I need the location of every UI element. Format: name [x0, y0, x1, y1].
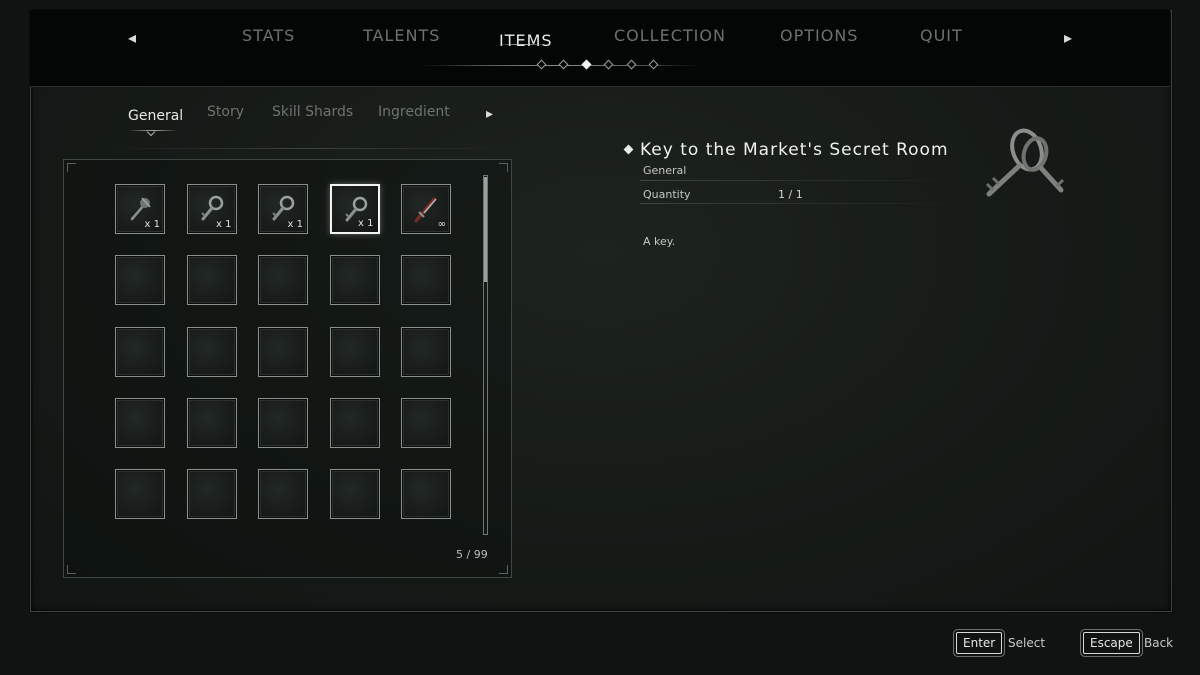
tab-options[interactable]: OPTIONS — [780, 26, 858, 45]
inventory-slot-empty[interactable] — [329, 255, 380, 306]
subtab-general[interactable]: General — [128, 108, 183, 124]
inventory-slot-empty[interactable] — [401, 469, 451, 520]
inventory-slot-empty[interactable] — [115, 326, 165, 377]
inventory-slot-empty[interactable] — [329, 397, 380, 448]
inventory-slot-empty[interactable] — [329, 326, 380, 377]
inventory-slot-empty[interactable] — [258, 469, 308, 520]
inventory-slot-empty[interactable] — [115, 255, 165, 306]
inventory-slot-empty[interactable] — [258, 255, 308, 306]
slot-quantity: ∞ — [437, 219, 446, 230]
select-hint-label: Select — [1008, 636, 1046, 650]
item-description: A key. — [643, 235, 676, 248]
slot-quantity: x 1 — [144, 219, 160, 230]
tab-quit[interactable]: QUIT — [920, 26, 963, 45]
panel-corner-ornament — [499, 565, 508, 574]
inventory-slot-empty[interactable] — [186, 397, 237, 448]
inventory-slot-empty[interactable] — [401, 326, 451, 377]
inventory-slot-empty[interactable] — [115, 397, 165, 448]
quantity-label: Quantity — [643, 188, 691, 201]
nav-next-arrow-icon[interactable]: ▸ — [1064, 28, 1072, 47]
active-tab-underline — [498, 44, 546, 45]
enter-key-hint[interactable]: Enter — [956, 632, 1003, 654]
inventory-slot-empty[interactable] — [258, 326, 308, 377]
inventory-slot-empty[interactable] — [258, 397, 308, 448]
nav-prev-arrow-icon[interactable]: ◂ — [128, 28, 136, 47]
inventory-count: 5 / 99 — [456, 548, 488, 561]
slot-quantity: x 1 — [358, 218, 374, 229]
quantity-value: 1 / 1 — [778, 188, 803, 201]
inventory-scrollbar-thumb[interactable] — [484, 177, 487, 282]
slot-quantity: x 1 — [216, 219, 232, 230]
inventory-slot-empty[interactable] — [401, 255, 451, 306]
key-ring-icon — [985, 128, 1065, 197]
inventory-slot-filled[interactable]: x 1 — [115, 184, 165, 234]
inventory-slot-empty[interactable] — [329, 469, 380, 520]
inventory-slot-empty[interactable] — [186, 326, 237, 377]
item-title: Key to the Market's Secret Room — [640, 140, 949, 160]
subtab-skill-shards[interactable]: Skill Shards — [272, 104, 353, 120]
subtab-next-arrow-icon[interactable]: ▸ — [486, 106, 493, 122]
detail-divider — [640, 180, 970, 181]
inventory-slot-filled[interactable]: x 1 — [186, 184, 237, 234]
inventory-slot-filled[interactable]: x 1 — [329, 184, 380, 234]
inventory-slot-empty[interactable] — [401, 397, 451, 448]
inventory-slot-empty[interactable] — [115, 469, 165, 520]
slot-quantity: x 1 — [287, 219, 303, 230]
top-nav-bar: ◂ STATS TALENTS ITEMS COLLECTION OPTIONS… — [30, 10, 1170, 87]
inventory-slot-filled[interactable]: x 1 — [258, 184, 308, 234]
panel-corner-ornament — [67, 163, 76, 172]
inventory-slot-empty[interactable] — [186, 469, 237, 520]
tab-items[interactable]: ITEMS — [499, 31, 553, 50]
tab-collection[interactable]: COLLECTION — [614, 26, 726, 45]
escape-key-hint[interactable]: Escape — [1083, 632, 1140, 654]
tab-stats[interactable]: STATS — [242, 26, 295, 45]
panel-corner-ornament — [67, 565, 76, 574]
panel-corner-ornament — [499, 163, 508, 172]
inventory-slot-filled[interactable]: ∞ — [401, 184, 451, 234]
inventory-slot-empty[interactable] — [186, 255, 237, 306]
detail-divider — [640, 203, 970, 204]
back-hint-label: Back — [1144, 636, 1174, 650]
item-category: General — [643, 164, 687, 177]
tab-talents[interactable]: TALENTS — [363, 26, 440, 45]
subtab-divider — [110, 148, 505, 149]
subtab-story[interactable]: Story — [207, 104, 244, 120]
subtab-ingredient[interactable]: Ingredient — [378, 104, 450, 120]
